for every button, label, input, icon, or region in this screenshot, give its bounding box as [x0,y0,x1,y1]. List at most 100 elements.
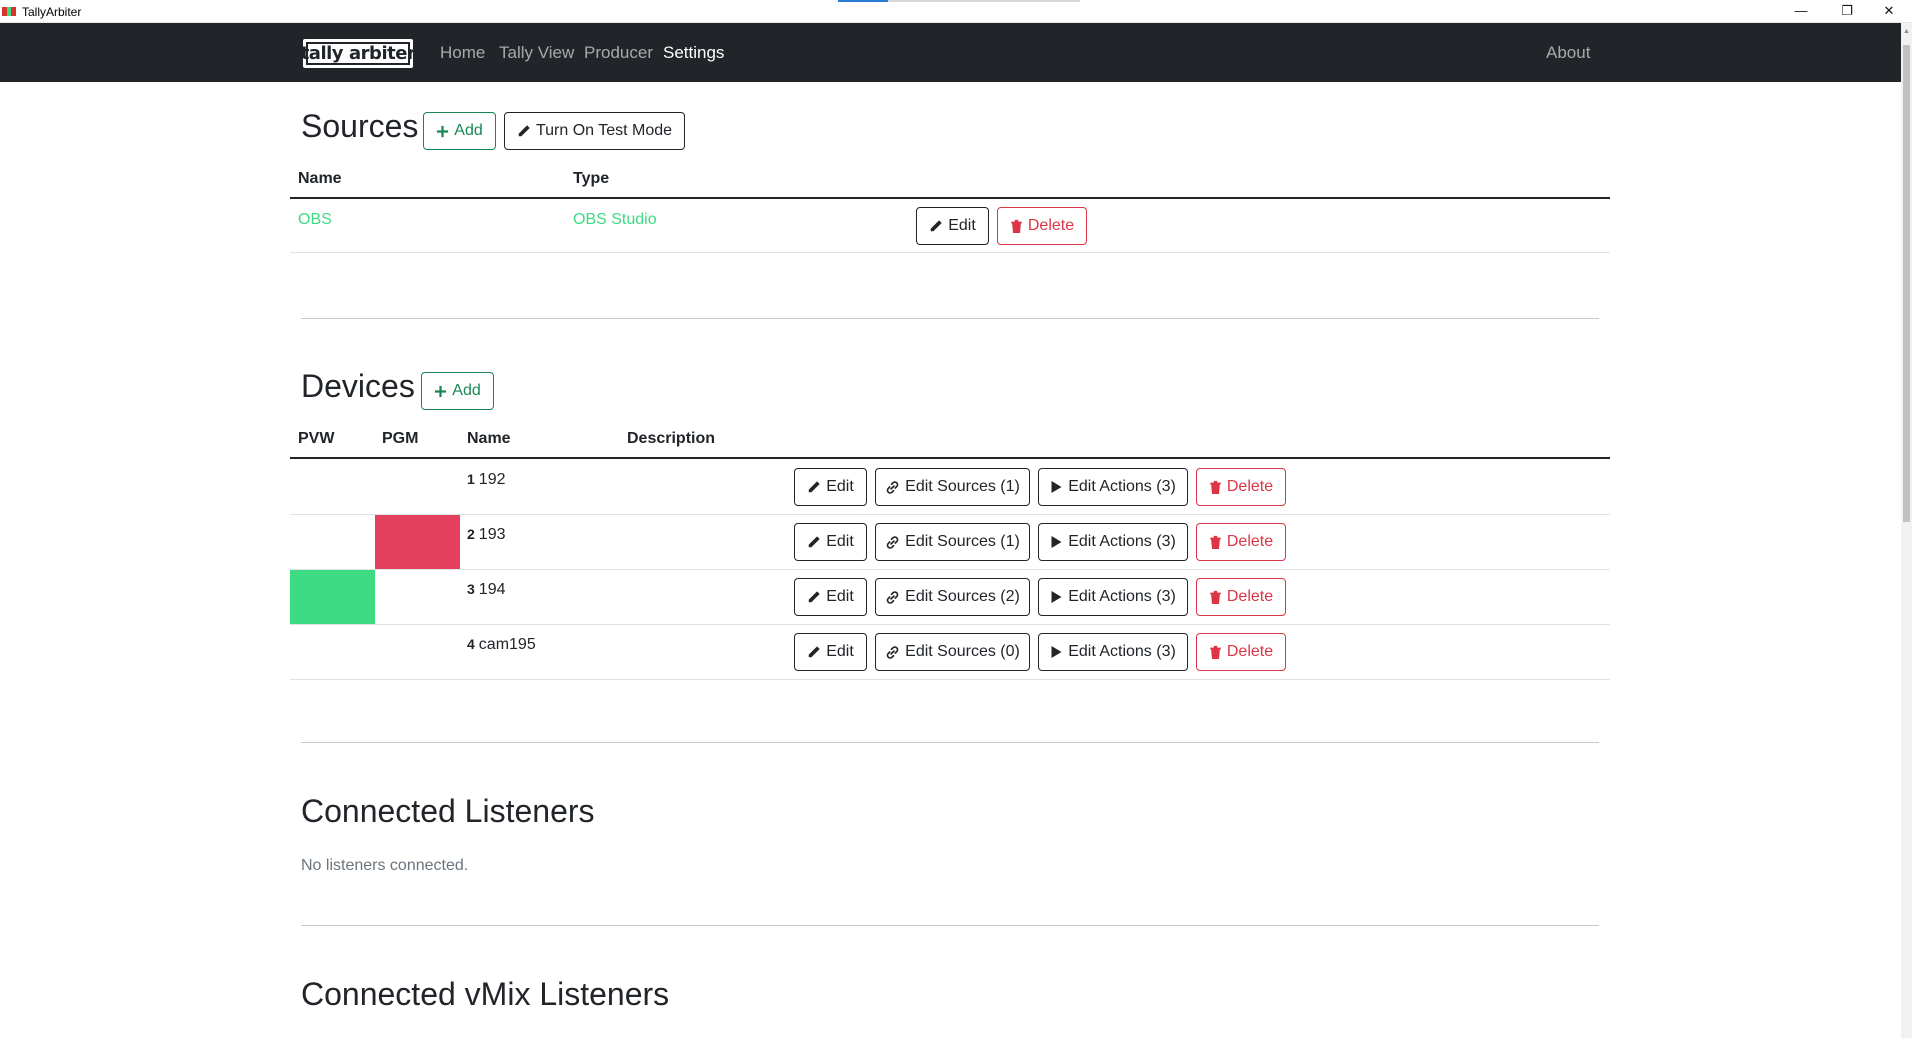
pvw-indicator [290,625,375,679]
edit-device-label: Edit [826,533,854,550]
edit-actions-button[interactable]: Edit Actions (3) [1038,468,1188,506]
nav-tally-view[interactable]: Tally View [499,43,574,63]
nav-settings[interactable]: Settings [663,43,724,63]
edit-actions-label: Edit Actions (3) [1068,478,1176,495]
pvw-indicator [290,460,375,514]
edit-device-button[interactable]: Edit [794,468,867,506]
pgm-indicator [375,625,460,679]
edit-sources-button[interactable]: Edit Sources (2) [875,578,1030,616]
scrollbar-thumb[interactable] [1903,45,1910,522]
edit-device-button[interactable]: Edit [794,523,867,561]
restore-icon[interactable]: ❐ [1824,0,1870,23]
link-icon [886,590,899,604]
edit-actions-button[interactable]: Edit Actions (3) [1038,633,1188,671]
edit-sources-label: Edit Sources (2) [905,588,1020,605]
edit-sources-button[interactable]: Edit Sources (1) [875,523,1030,561]
delete-device-label: Delete [1226,588,1274,605]
edit-actions-button[interactable]: Edit Actions (3) [1038,578,1188,616]
sources-table-head-border [290,197,1610,199]
delete-device-button[interactable]: Delete [1196,468,1286,506]
device-label: 192 [478,471,506,488]
test-mode-button[interactable]: Turn On Test Mode [504,112,685,150]
nav-producer[interactable]: Producer [584,43,653,63]
edit-sources-button[interactable]: Edit Sources (1) [875,468,1030,506]
delete-device-label: Delete [1226,643,1274,660]
sources-heading: Sources [301,108,419,144]
edit-actions-button[interactable]: Edit Actions (3) [1038,523,1188,561]
row-separator [290,569,1610,570]
edit-device-label: Edit [826,588,854,605]
delete-device-label: Delete [1226,533,1274,550]
device-name: 2 193 [467,526,506,544]
section-divider [301,318,1599,319]
devices-col-pgm: PGM [382,430,419,447]
pvw-indicator [290,515,375,569]
device-label: cam195 [478,636,536,653]
device-id: 3 [467,581,475,597]
sources-col-type: Type [573,170,610,187]
pencil-icon [930,220,942,232]
brand-word-arbiter: arbiter [349,43,416,64]
devices-col-description: Description [627,430,716,447]
edit-sources-label: Edit Sources (1) [905,478,1020,495]
device-label: 193 [478,526,506,543]
link-icon [886,535,899,549]
plus-icon [435,385,447,397]
pgm-indicator [375,460,460,514]
add-device-button[interactable]: Add [421,372,494,410]
delete-device-button[interactable]: Delete [1196,578,1286,616]
window-title-bar: TallyArbiter — ❐ ✕ [0,0,1912,23]
edit-device-button[interactable]: Edit [794,578,867,616]
close-icon[interactable]: ✕ [1866,0,1912,23]
edit-actions-label: Edit Actions (3) [1068,588,1176,605]
add-source-label: Add [454,122,483,139]
add-source-button[interactable]: Add [423,112,496,150]
edit-sources-label: Edit Sources (1) [905,533,1020,550]
minimize-icon[interactable]: — [1778,0,1824,23]
section-divider [301,742,1599,743]
edit-sources-label: Edit Sources (0) [905,643,1020,660]
nav-about[interactable]: About [1546,43,1590,63]
trash-icon [1210,590,1221,604]
source-name: OBS [298,211,332,228]
brand-logo[interactable]: tally arbiter [301,39,416,68]
pgm-indicator [375,570,460,624]
play-icon [1051,536,1062,548]
vertical-scrollbar[interactable]: ▲ [1901,23,1912,1038]
scroll-up-icon[interactable]: ▲ [1901,25,1912,39]
edit-device-button[interactable]: Edit [794,633,867,671]
devices-col-name: Name [467,430,511,447]
no-listeners-text: No listeners connected. [301,857,469,874]
row-separator [290,679,1610,680]
play-icon [1051,481,1062,493]
listeners-heading: Connected Listeners [301,793,595,829]
edit-sources-button[interactable]: Edit Sources (0) [875,633,1030,671]
device-name: 3 194 [467,581,506,599]
pencil-icon [808,536,820,548]
play-icon [1051,646,1062,658]
delete-device-button[interactable]: Delete [1196,633,1286,671]
top-navbar: tally arbiter Home Tally View Producer S… [0,23,1901,82]
trash-icon [1011,219,1022,233]
delete-source-label: Delete [1027,217,1075,234]
sources-col-name: Name [298,170,342,187]
source-type: OBS Studio [573,211,657,228]
trash-icon [1210,480,1221,494]
delete-source-button[interactable]: Delete [997,207,1087,245]
devices-table-head-border [290,457,1610,459]
test-mode-label: Turn On Test Mode [535,122,673,139]
delete-device-button[interactable]: Delete [1196,523,1286,561]
title-focus-track [888,0,1080,2]
vmix-listeners-heading: Connected vMix Listeners [301,976,670,1012]
section-divider [301,925,1599,926]
trash-icon [1210,645,1221,659]
edit-actions-label: Edit Actions (3) [1068,533,1176,550]
row-separator [290,514,1610,515]
row-separator [290,624,1610,625]
app-icon [2,7,17,16]
add-device-label: Add [452,382,481,399]
play-icon [1051,591,1062,603]
nav-home[interactable]: Home [440,43,485,63]
pvw-indicator [290,570,375,624]
edit-source-button[interactable]: Edit [916,207,989,245]
